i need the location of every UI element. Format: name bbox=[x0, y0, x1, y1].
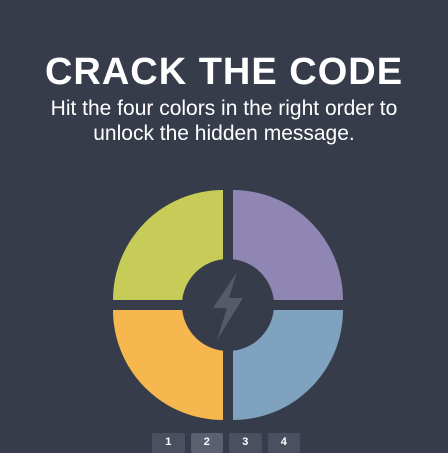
page-title: CRACK THE CODE bbox=[44, 51, 404, 93]
step-indicator: 1 2 3 4 bbox=[152, 433, 300, 453]
step-3: 3 bbox=[229, 433, 262, 453]
instructions-text: Hit the four colors in the right order t… bbox=[50, 97, 398, 145]
step-4: 4 bbox=[267, 433, 300, 453]
color-pad bbox=[113, 190, 343, 420]
step-2: 2 bbox=[190, 433, 223, 453]
step-1: 1 bbox=[152, 433, 185, 453]
